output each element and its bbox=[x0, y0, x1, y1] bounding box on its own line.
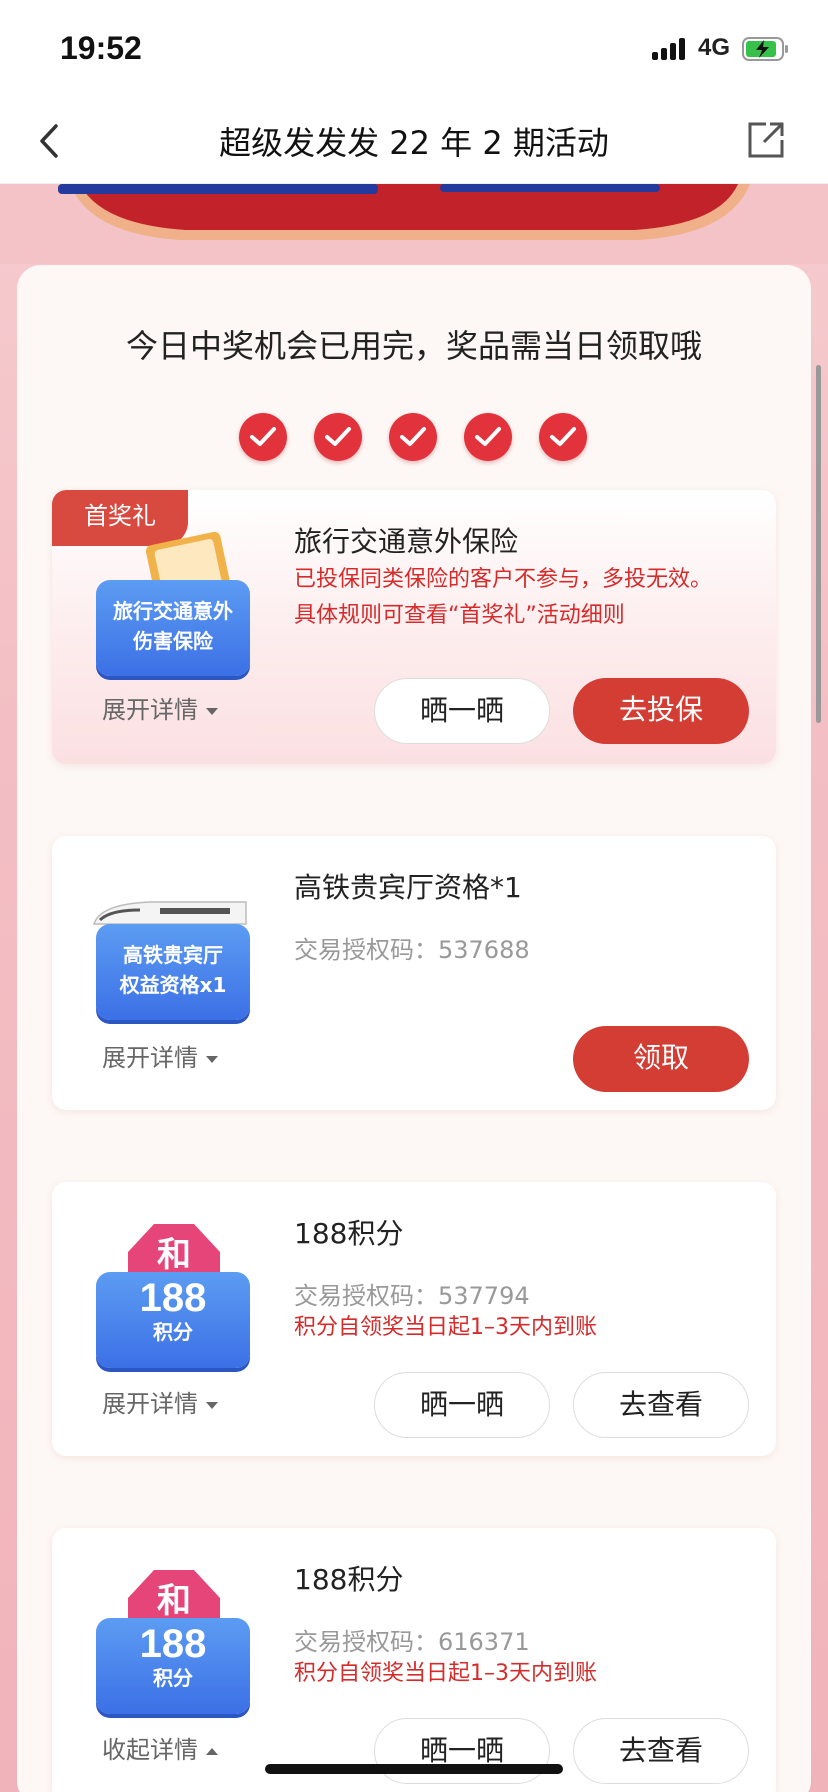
insurance-thumbnail: 旅行交通意外 伤害保险 bbox=[96, 580, 250, 676]
auth-code-value: 537794 bbox=[438, 1282, 530, 1310]
auth-code-value: 616371 bbox=[438, 1628, 530, 1656]
view-button[interactable]: 去查看 bbox=[573, 1372, 749, 1438]
thumb-line1: 高铁贵宾厅 bbox=[123, 943, 223, 967]
status-bar: 19:52 4G bbox=[0, 0, 828, 100]
toggle-label: 展开详情 bbox=[102, 1390, 198, 1418]
card-title: 188积分 bbox=[294, 1217, 404, 1250]
page-title: 超级发发发 22 年 2 期活动 bbox=[219, 124, 609, 162]
vip-lounge-thumbnail: 高铁贵宾厅 权益资格x1 bbox=[96, 924, 250, 1020]
expand-details-toggle[interactable]: 展开详情 bbox=[102, 690, 218, 725]
thumb-unit: 积分 bbox=[153, 1666, 193, 1690]
check-circle-icon bbox=[314, 413, 362, 461]
prize-card-vip-lounge: 高铁贵宾厅 权益资格x1 高铁贵宾厅资格*1 交易授权码：537688 展开详情… bbox=[52, 836, 776, 1110]
chance-checkmarks bbox=[239, 413, 609, 463]
points-thumbnail: 188 积分 bbox=[96, 1272, 250, 1368]
badge-glyph: 和 bbox=[157, 1581, 191, 1621]
caret-down-icon bbox=[206, 1055, 218, 1063]
prize-panel: 今日中奖机会已用完，奖品需当日领取哦 首奖礼 旅行交通意外 伤害保险 旅行交通意… bbox=[17, 265, 811, 1792]
check-circle-icon bbox=[464, 413, 512, 461]
auth-code-label: 交易授权码： bbox=[294, 936, 438, 964]
status-time: 19:52 bbox=[60, 30, 142, 66]
auth-code-label: 交易授权码： bbox=[294, 1282, 438, 1310]
share-external-icon[interactable] bbox=[746, 120, 786, 160]
caret-down-icon bbox=[206, 707, 218, 715]
banner-artwork bbox=[0, 184, 828, 264]
expand-details-toggle[interactable]: 展开详情 bbox=[102, 1384, 218, 1419]
toggle-label: 展开详情 bbox=[102, 1044, 198, 1072]
points-thumbnail: 188 积分 bbox=[96, 1618, 250, 1714]
buy-insurance-button[interactable]: 去投保 bbox=[573, 678, 749, 744]
chance-headline: 今日中奖机会已用完，奖品需当日领取哦 bbox=[125, 327, 702, 365]
card-note: 积分自领奖当日起1–3天内到账 bbox=[294, 1315, 597, 1340]
thumb-unit: 积分 bbox=[153, 1320, 193, 1344]
check-circle-icon bbox=[539, 413, 587, 461]
decorative-banner bbox=[0, 184, 828, 264]
cellular-signal-icon bbox=[652, 38, 692, 60]
navigation-bar: 超级发发发 22 年 2 期活动 bbox=[0, 100, 828, 184]
caret-down-icon bbox=[206, 1401, 218, 1409]
auth-code: 交易授权码：537794 bbox=[294, 1276, 530, 1311]
network-type: 4G bbox=[698, 34, 731, 61]
scrollbar[interactable] bbox=[816, 365, 821, 723]
toggle-label: 收起详情 bbox=[102, 1736, 198, 1764]
check-circle-icon bbox=[239, 413, 287, 461]
claim-button[interactable]: 领取 bbox=[573, 1026, 749, 1092]
card-note: 积分自领奖当日起1–3天内到账 bbox=[294, 1661, 597, 1686]
auth-code-value: 537688 bbox=[438, 936, 530, 964]
share-button[interactable]: 晒一晒 bbox=[374, 678, 550, 744]
expand-details-toggle[interactable]: 展开详情 bbox=[102, 1038, 218, 1073]
collapse-details-toggle[interactable]: 收起详情 bbox=[102, 1730, 218, 1765]
card-note: 已投保同类保险的客户不参与，多投无效。具体规则可查看“首奖礼”活动细则 bbox=[294, 567, 713, 628]
prize-card-insurance: 首奖礼 旅行交通意外 伤害保险 旅行交通意外保险 已投保同类保险的客户不参与，多… bbox=[52, 490, 776, 764]
caret-up-icon bbox=[206, 1747, 218, 1755]
card-title: 高铁贵宾厅资格*1 bbox=[294, 871, 522, 904]
prize-card-points: 和 188 积分 188积分 交易授权码：537794 积分自领奖当日起1–3天… bbox=[52, 1182, 776, 1456]
toggle-label: 展开详情 bbox=[102, 696, 198, 724]
prize-card-points: 和 188 积分 188积分 交易授权码：616371 积分自领奖当日起1–3天… bbox=[52, 1528, 776, 1792]
battery-charging-icon bbox=[742, 37, 788, 61]
thumb-line2: 伤害保险 bbox=[133, 629, 213, 653]
home-indicator[interactable] bbox=[265, 1764, 563, 1774]
share-button[interactable]: 晒一晒 bbox=[374, 1718, 550, 1784]
check-circle-icon bbox=[389, 413, 437, 461]
thumb-line1: 旅行交通意外 bbox=[113, 599, 233, 623]
auth-code: 交易授权码：616371 bbox=[294, 1622, 530, 1657]
thumb-number: 188 bbox=[139, 1622, 207, 1666]
view-button[interactable]: 去查看 bbox=[573, 1718, 749, 1784]
auth-code-label: 交易授权码： bbox=[294, 1628, 438, 1656]
card-title: 188积分 bbox=[294, 1563, 404, 1596]
thumb-number: 188 bbox=[139, 1276, 207, 1320]
auth-code: 交易授权码：537688 bbox=[294, 930, 530, 965]
card-title: 旅行交通意外保险 bbox=[294, 525, 519, 558]
share-button[interactable]: 晒一晒 bbox=[374, 1372, 550, 1438]
badge-glyph: 和 bbox=[157, 1235, 191, 1275]
thumb-line2: 权益资格x1 bbox=[119, 973, 227, 997]
